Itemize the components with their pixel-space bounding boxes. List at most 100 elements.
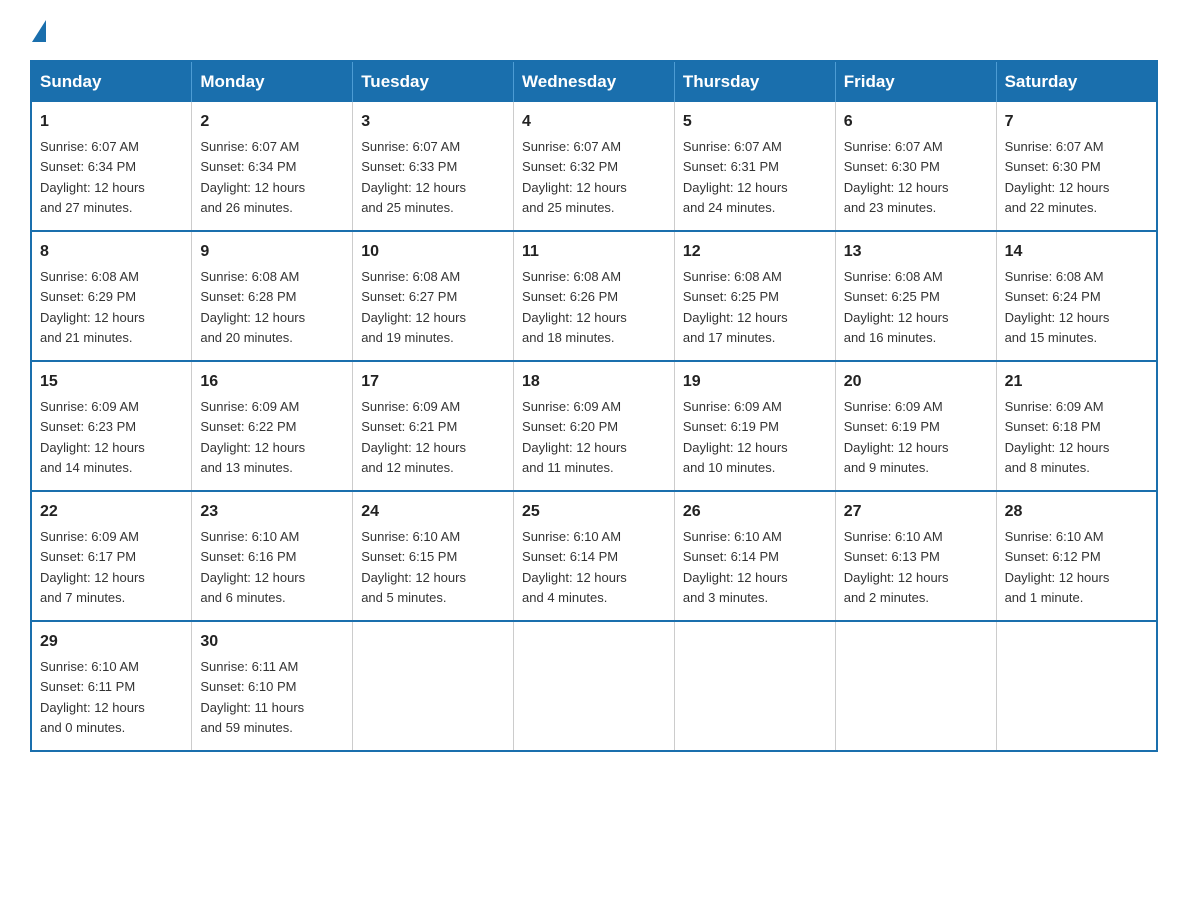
calendar-day-cell: 26 Sunrise: 6:10 AMSunset: 6:14 PMDaylig… xyxy=(674,491,835,621)
day-info: Sunrise: 6:08 AMSunset: 6:25 PMDaylight:… xyxy=(844,269,949,345)
calendar-day-cell: 27 Sunrise: 6:10 AMSunset: 6:13 PMDaylig… xyxy=(835,491,996,621)
day-info: Sunrise: 6:09 AMSunset: 6:17 PMDaylight:… xyxy=(40,529,145,605)
calendar-day-cell: 1 Sunrise: 6:07 AMSunset: 6:34 PMDayligh… xyxy=(31,102,192,231)
day-number: 2 xyxy=(200,110,344,134)
calendar-day-cell: 2 Sunrise: 6:07 AMSunset: 6:34 PMDayligh… xyxy=(192,102,353,231)
column-header-friday: Friday xyxy=(835,61,996,102)
day-number: 17 xyxy=(361,370,505,394)
day-number: 3 xyxy=(361,110,505,134)
calendar-table: SundayMondayTuesdayWednesdayThursdayFrid… xyxy=(30,60,1158,752)
calendar-day-cell: 17 Sunrise: 6:09 AMSunset: 6:21 PMDaylig… xyxy=(353,361,514,491)
day-info: Sunrise: 6:09 AMSunset: 6:22 PMDaylight:… xyxy=(200,399,305,475)
calendar-week-row: 22 Sunrise: 6:09 AMSunset: 6:17 PMDaylig… xyxy=(31,491,1157,621)
calendar-day-cell: 6 Sunrise: 6:07 AMSunset: 6:30 PMDayligh… xyxy=(835,102,996,231)
day-info: Sunrise: 6:10 AMSunset: 6:13 PMDaylight:… xyxy=(844,529,949,605)
day-number: 10 xyxy=(361,240,505,264)
day-number: 16 xyxy=(200,370,344,394)
day-number: 24 xyxy=(361,500,505,524)
day-info: Sunrise: 6:07 AMSunset: 6:32 PMDaylight:… xyxy=(522,139,627,215)
day-number: 18 xyxy=(522,370,666,394)
day-number: 19 xyxy=(683,370,827,394)
calendar-day-cell: 21 Sunrise: 6:09 AMSunset: 6:18 PMDaylig… xyxy=(996,361,1157,491)
day-info: Sunrise: 6:09 AMSunset: 6:23 PMDaylight:… xyxy=(40,399,145,475)
calendar-day-cell: 20 Sunrise: 6:09 AMSunset: 6:19 PMDaylig… xyxy=(835,361,996,491)
calendar-day-cell: 12 Sunrise: 6:08 AMSunset: 6:25 PMDaylig… xyxy=(674,231,835,361)
calendar-day-cell: 15 Sunrise: 6:09 AMSunset: 6:23 PMDaylig… xyxy=(31,361,192,491)
day-number: 12 xyxy=(683,240,827,264)
day-number: 20 xyxy=(844,370,988,394)
calendar-day-cell: 5 Sunrise: 6:07 AMSunset: 6:31 PMDayligh… xyxy=(674,102,835,231)
calendar-empty-cell xyxy=(996,621,1157,751)
day-number: 21 xyxy=(1005,370,1148,394)
calendar-day-cell: 11 Sunrise: 6:08 AMSunset: 6:26 PMDaylig… xyxy=(514,231,675,361)
day-info: Sunrise: 6:10 AMSunset: 6:11 PMDaylight:… xyxy=(40,659,145,735)
calendar-week-row: 1 Sunrise: 6:07 AMSunset: 6:34 PMDayligh… xyxy=(31,102,1157,231)
day-number: 28 xyxy=(1005,500,1148,524)
day-number: 4 xyxy=(522,110,666,134)
column-header-wednesday: Wednesday xyxy=(514,61,675,102)
column-header-sunday: Sunday xyxy=(31,61,192,102)
calendar-day-cell: 25 Sunrise: 6:10 AMSunset: 6:14 PMDaylig… xyxy=(514,491,675,621)
day-info: Sunrise: 6:07 AMSunset: 6:34 PMDaylight:… xyxy=(200,139,305,215)
calendar-day-cell: 24 Sunrise: 6:10 AMSunset: 6:15 PMDaylig… xyxy=(353,491,514,621)
calendar-day-cell: 18 Sunrise: 6:09 AMSunset: 6:20 PMDaylig… xyxy=(514,361,675,491)
column-header-thursday: Thursday xyxy=(674,61,835,102)
day-info: Sunrise: 6:07 AMSunset: 6:30 PMDaylight:… xyxy=(1005,139,1110,215)
calendar-day-cell: 30 Sunrise: 6:11 AMSunset: 6:10 PMDaylig… xyxy=(192,621,353,751)
calendar-day-cell: 28 Sunrise: 6:10 AMSunset: 6:12 PMDaylig… xyxy=(996,491,1157,621)
day-number: 1 xyxy=(40,110,183,134)
day-info: Sunrise: 6:08 AMSunset: 6:28 PMDaylight:… xyxy=(200,269,305,345)
day-info: Sunrise: 6:09 AMSunset: 6:20 PMDaylight:… xyxy=(522,399,627,475)
day-number: 22 xyxy=(40,500,183,524)
day-info: Sunrise: 6:08 AMSunset: 6:24 PMDaylight:… xyxy=(1005,269,1110,345)
day-info: Sunrise: 6:10 AMSunset: 6:16 PMDaylight:… xyxy=(200,529,305,605)
day-info: Sunrise: 6:07 AMSunset: 6:30 PMDaylight:… xyxy=(844,139,949,215)
day-number: 13 xyxy=(844,240,988,264)
column-header-saturday: Saturday xyxy=(996,61,1157,102)
calendar-day-cell: 29 Sunrise: 6:10 AMSunset: 6:11 PMDaylig… xyxy=(31,621,192,751)
day-info: Sunrise: 6:09 AMSunset: 6:21 PMDaylight:… xyxy=(361,399,466,475)
calendar-day-cell: 14 Sunrise: 6:08 AMSunset: 6:24 PMDaylig… xyxy=(996,231,1157,361)
day-info: Sunrise: 6:09 AMSunset: 6:19 PMDaylight:… xyxy=(683,399,788,475)
calendar-week-row: 29 Sunrise: 6:10 AMSunset: 6:11 PMDaylig… xyxy=(31,621,1157,751)
day-number: 23 xyxy=(200,500,344,524)
day-info: Sunrise: 6:07 AMSunset: 6:34 PMDaylight:… xyxy=(40,139,145,215)
calendar-day-cell: 22 Sunrise: 6:09 AMSunset: 6:17 PMDaylig… xyxy=(31,491,192,621)
day-info: Sunrise: 6:07 AMSunset: 6:33 PMDaylight:… xyxy=(361,139,466,215)
column-header-monday: Monday xyxy=(192,61,353,102)
day-number: 25 xyxy=(522,500,666,524)
calendar-empty-cell xyxy=(353,621,514,751)
day-number: 26 xyxy=(683,500,827,524)
calendar-day-cell: 19 Sunrise: 6:09 AMSunset: 6:19 PMDaylig… xyxy=(674,361,835,491)
day-number: 27 xyxy=(844,500,988,524)
day-number: 15 xyxy=(40,370,183,394)
calendar-empty-cell xyxy=(835,621,996,751)
calendar-empty-cell xyxy=(674,621,835,751)
day-number: 11 xyxy=(522,240,666,264)
day-number: 7 xyxy=(1005,110,1148,134)
day-info: Sunrise: 6:07 AMSunset: 6:31 PMDaylight:… xyxy=(683,139,788,215)
day-info: Sunrise: 6:11 AMSunset: 6:10 PMDaylight:… xyxy=(200,659,304,735)
day-info: Sunrise: 6:08 AMSunset: 6:29 PMDaylight:… xyxy=(40,269,145,345)
calendar-header-row: SundayMondayTuesdayWednesdayThursdayFrid… xyxy=(31,61,1157,102)
day-info: Sunrise: 6:08 AMSunset: 6:27 PMDaylight:… xyxy=(361,269,466,345)
day-number: 5 xyxy=(683,110,827,134)
calendar-day-cell: 13 Sunrise: 6:08 AMSunset: 6:25 PMDaylig… xyxy=(835,231,996,361)
day-number: 14 xyxy=(1005,240,1148,264)
day-info: Sunrise: 6:09 AMSunset: 6:19 PMDaylight:… xyxy=(844,399,949,475)
day-info: Sunrise: 6:08 AMSunset: 6:25 PMDaylight:… xyxy=(683,269,788,345)
calendar-day-cell: 9 Sunrise: 6:08 AMSunset: 6:28 PMDayligh… xyxy=(192,231,353,361)
calendar-day-cell: 8 Sunrise: 6:08 AMSunset: 6:29 PMDayligh… xyxy=(31,231,192,361)
calendar-week-row: 15 Sunrise: 6:09 AMSunset: 6:23 PMDaylig… xyxy=(31,361,1157,491)
day-number: 30 xyxy=(200,630,344,654)
day-info: Sunrise: 6:10 AMSunset: 6:14 PMDaylight:… xyxy=(522,529,627,605)
column-header-tuesday: Tuesday xyxy=(353,61,514,102)
day-info: Sunrise: 6:10 AMSunset: 6:14 PMDaylight:… xyxy=(683,529,788,605)
calendar-empty-cell xyxy=(514,621,675,751)
day-info: Sunrise: 6:08 AMSunset: 6:26 PMDaylight:… xyxy=(522,269,627,345)
day-number: 29 xyxy=(40,630,183,654)
calendar-day-cell: 10 Sunrise: 6:08 AMSunset: 6:27 PMDaylig… xyxy=(353,231,514,361)
day-number: 9 xyxy=(200,240,344,264)
calendar-day-cell: 16 Sunrise: 6:09 AMSunset: 6:22 PMDaylig… xyxy=(192,361,353,491)
logo xyxy=(30,20,48,40)
